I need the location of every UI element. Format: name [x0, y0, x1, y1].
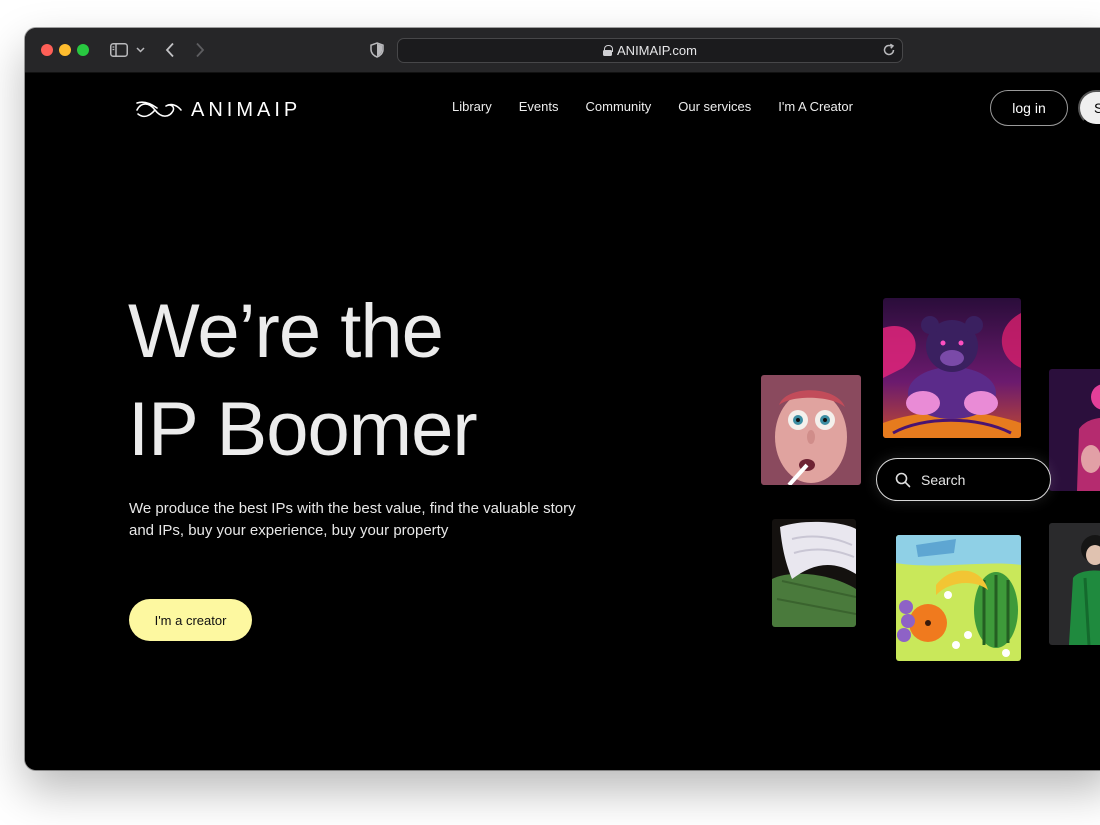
address-bar[interactable]: ANIMAIP.com: [397, 38, 903, 63]
forward-arrow-icon[interactable]: [193, 40, 207, 60]
zoom-window-button[interactable]: [77, 44, 89, 56]
gallery-search-bar[interactable]: Search: [876, 458, 1051, 501]
nav-im-a-creator[interactable]: I'm A Creator: [778, 99, 853, 114]
gallery-image-face[interactable]: [761, 375, 861, 485]
browser-window: ANIMAIP.com ANIMAIP Library Events Commu…: [25, 28, 1100, 770]
browser-titlebar: ANIMAIP.com: [25, 28, 1100, 73]
gallery-image-hand[interactable]: [772, 519, 856, 627]
im-a-creator-button[interactable]: I'm a creator: [129, 599, 252, 641]
hero-title-line-2: IP Boomer: [128, 387, 478, 472]
nav-our-services[interactable]: Our services: [678, 99, 751, 114]
gallery-image-figure-pink[interactable]: [1049, 369, 1100, 491]
nav-community[interactable]: Community: [586, 99, 652, 114]
sidebar-toggle-icon[interactable]: [110, 40, 128, 60]
login-button[interactable]: log in: [990, 90, 1068, 126]
privacy-shield-icon[interactable]: [369, 40, 385, 60]
signup-button[interactable]: S: [1078, 90, 1100, 126]
main-nav: Library Events Community Our services I'…: [452, 99, 853, 114]
reload-icon[interactable]: [882, 43, 896, 57]
minimize-window-button[interactable]: [59, 44, 71, 56]
logo-infinity-icon: [136, 101, 182, 118]
back-arrow-icon[interactable]: [163, 40, 177, 60]
close-window-button[interactable]: [41, 44, 53, 56]
chevron-down-icon[interactable]: [135, 40, 145, 60]
nav-library[interactable]: Library: [452, 99, 492, 114]
hero-description: We produce the best IPs with the best va…: [129, 500, 576, 539]
search-label: Search: [921, 471, 966, 488]
logo-text: ANIMAIP: [191, 98, 302, 121]
hero-title-line-1: We’re the: [128, 289, 444, 374]
gallery-image-bear[interactable]: [883, 298, 1021, 438]
search-icon: [895, 472, 911, 487]
lock-icon: [603, 45, 614, 56]
page-content: ANIMAIP Library Events Community Our ser…: [25, 73, 1100, 770]
gallery-image-figure-green[interactable]: [1049, 523, 1100, 645]
hero-title: We’re the IP Boomer: [128, 283, 478, 479]
site-logo[interactable]: ANIMAIP: [135, 97, 301, 123]
url-text: ANIMAIP.com: [617, 43, 697, 58]
gallery-image-fruit[interactable]: [896, 535, 1021, 661]
nav-events[interactable]: Events: [519, 99, 559, 114]
